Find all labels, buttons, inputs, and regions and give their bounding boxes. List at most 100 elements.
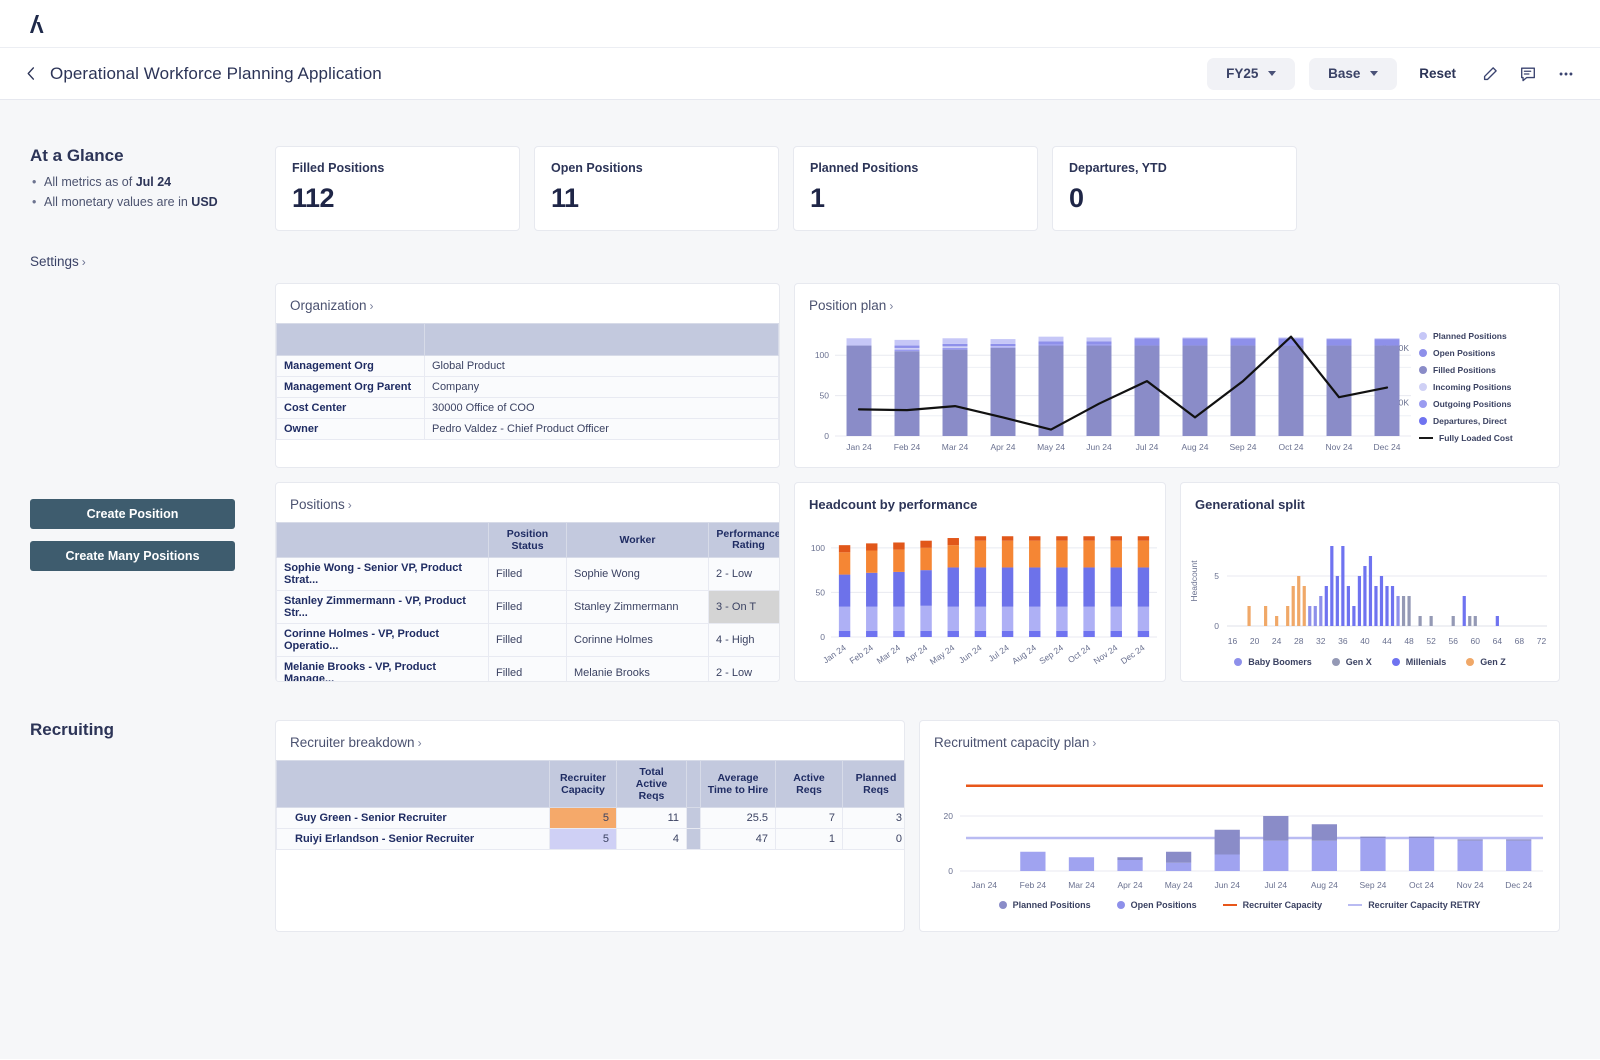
svg-text:Feb 24: Feb 24 — [1020, 880, 1047, 890]
col-header-recruiter[interactable] — [277, 761, 550, 808]
col-header-position-status[interactable]: Position Status — [489, 523, 567, 558]
legend-label: Open Positions — [1131, 900, 1197, 910]
recruiter-capacity: 5 — [550, 829, 617, 850]
edit-pencil-icon[interactable] — [1478, 62, 1502, 86]
position-plan-chart[interactable]: 0501002 700K2 650KJan 24Feb 24Mar 24Apr … — [799, 323, 1419, 458]
svg-text:May 24: May 24 — [928, 642, 957, 666]
recruitment-capacity-plan-chart[interactable]: 020Jan 24Feb 24Mar 24Apr 24May 24Jun 24J… — [920, 760, 1557, 895]
recruitment-capacity-plan-panel: Recruitment capacity plan› 020Jan 24Feb … — [919, 720, 1560, 932]
svg-text:Sep 24: Sep 24 — [1037, 642, 1065, 666]
fiscal-year-selector[interactable]: FY25 — [1207, 58, 1295, 90]
svg-text:Mar 24: Mar 24 — [1068, 880, 1095, 890]
kpi-filled-positions[interactable]: Filled Positions 112 — [275, 146, 520, 231]
legend-swatch — [1332, 658, 1340, 666]
table-row[interactable]: Corinne Holmes - VP, Product Operatio...… — [277, 624, 780, 657]
org-value: Pedro Valdez - Chief Product Officer — [425, 419, 779, 440]
generational-split-title: Generational split — [1181, 483, 1559, 522]
table-row[interactable]: Guy Green - Senior Recruiter 5 11 25.5 7… — [277, 808, 905, 829]
table-row[interactable]: Sophie Wong - Senior VP, Product Strat..… — [277, 558, 780, 591]
settings-link[interactable]: Settings› — [30, 254, 275, 269]
legend-planned-positions[interactable]: Planned Positions — [1419, 331, 1513, 341]
create-position-button[interactable]: Create Position — [30, 499, 235, 529]
generational-split-chart[interactable]: 50Headcount16202428323640444852566064687… — [1181, 522, 1557, 652]
scenario-selector[interactable]: Base — [1309, 58, 1397, 90]
legend-gen-z[interactable]: Gen Z — [1466, 657, 1506, 667]
legend-departures-direct[interactable]: Departures, Direct — [1419, 416, 1513, 426]
headcount-by-performance-chart[interactable]: 050100Jan 24Feb 24Mar 24Apr 24May 24Jun … — [795, 522, 1163, 677]
legend-open-positions[interactable]: Open Positions — [1117, 900, 1197, 910]
table-row[interactable]: Stanley Zimmermann - VP, Product Str... … — [277, 591, 780, 624]
svg-text:Apr 24: Apr 24 — [903, 642, 929, 665]
legend-planned-positions[interactable]: Planned Positions — [999, 900, 1091, 910]
legend-baby-boomers[interactable]: Baby Boomers — [1234, 657, 1312, 667]
create-many-positions-button[interactable]: Create Many Positions — [30, 541, 235, 571]
legend-millenials[interactable]: Millenials — [1392, 657, 1447, 667]
svg-text:Dec 24: Dec 24 — [1505, 880, 1532, 890]
recruiter-capacity: 5 — [550, 808, 617, 829]
legend-incoming-positions[interactable]: Incoming Positions — [1419, 382, 1513, 392]
scenario-value: Base — [1328, 66, 1360, 81]
col-header-active-reqs[interactable]: Active Reqs — [776, 761, 843, 808]
table-row[interactable]: Melanie Brooks - VP, Product Manage... F… — [277, 657, 780, 683]
table-row[interactable]: Ruiyi Erlandson - Senior Recruiter 5 4 4… — [277, 829, 905, 850]
recruitment-capacity-plan-header[interactable]: Recruitment capacity plan› — [920, 721, 1559, 760]
svg-text:24: 24 — [1272, 636, 1282, 646]
position-plan-panel-header[interactable]: Position plan› — [795, 284, 1559, 323]
note-prefix: All monetary values are in — [44, 195, 191, 209]
svg-text:20: 20 — [944, 811, 954, 821]
recruiter-total-active-reqs: 4 — [617, 829, 687, 850]
workday-a-logo[interactable] — [22, 11, 48, 37]
col-header-average-time-to-hire[interactable]: Average Time to Hire — [701, 761, 776, 808]
app-header: Operational Workforce Planning Applicati… — [0, 48, 1600, 100]
legend-label: Baby Boomers — [1248, 657, 1312, 667]
svg-text:28: 28 — [1294, 636, 1304, 646]
position-worker: Melanie Brooks — [567, 657, 709, 683]
back-icon[interactable] — [22, 65, 40, 83]
col-header-position[interactable] — [277, 523, 489, 558]
more-options-icon[interactable] — [1554, 62, 1578, 86]
legend-gen-x[interactable]: Gen X — [1332, 657, 1372, 667]
at-a-glance-notes: All metrics as of Jul 24 All monetary va… — [30, 175, 275, 209]
kpi-departures-ytd[interactable]: Departures, YTD 0 — [1052, 146, 1297, 231]
table-row[interactable]: Management Org Parent Company — [277, 377, 779, 398]
position-worker: Stanley Zimmermann — [567, 591, 709, 624]
svg-text:50: 50 — [820, 391, 830, 401]
settings-label: Settings — [30, 254, 79, 269]
recruiter-spacer — [687, 829, 701, 850]
svg-text:Jun 24: Jun 24 — [1214, 880, 1240, 890]
legend-recruiter-capacity-retry[interactable]: Recruiter Capacity RETRY — [1348, 900, 1480, 910]
table-header-row — [277, 324, 779, 356]
legend-swatch-line — [1419, 437, 1433, 440]
legend-fully-loaded-cost[interactable]: Fully Loaded Cost — [1419, 433, 1513, 443]
recruiter-avg-time-to-hire: 47 — [701, 829, 776, 850]
at-a-glance-title: At a Glance — [30, 146, 275, 166]
col-header-total-active-reqs[interactable]: Total Active Reqs — [617, 761, 687, 808]
legend-outgoing-positions[interactable]: Outgoing Positions — [1419, 399, 1513, 409]
positions-panel-header[interactable]: Positions› — [276, 483, 779, 522]
kpi-planned-positions[interactable]: Planned Positions 1 — [793, 146, 1038, 231]
comment-icon[interactable] — [1516, 62, 1540, 86]
kpi-label: Open Positions — [551, 161, 762, 175]
recruiter-active-reqs: 1 — [776, 829, 843, 850]
table-row[interactable]: Cost Center 30000 Office of COO — [277, 398, 779, 419]
position-rating: 2 - Low — [709, 558, 780, 591]
recruiter-breakdown-header[interactable]: Recruiter breakdown› — [276, 721, 904, 760]
reset-button[interactable]: Reset — [1411, 66, 1464, 81]
chevron-down-icon — [1268, 71, 1276, 76]
legend-recruiter-capacity[interactable]: Recruiter Capacity — [1223, 900, 1323, 910]
org-value: Company — [425, 377, 779, 398]
position-name: Sophie Wong - Senior VP, Product Strat..… — [277, 558, 489, 591]
col-header-performance-rating[interactable]: Performance Rating — [709, 523, 780, 558]
organization-panel-header[interactable]: Organization› — [276, 284, 779, 323]
legend-open-positions[interactable]: Open Positions — [1419, 348, 1513, 358]
col-header-planned-reqs[interactable]: Planned Reqs — [843, 761, 905, 808]
col-header-recruiter-capacity[interactable]: Recruiter Capacity — [550, 761, 617, 808]
legend-label: Gen Z — [1480, 657, 1506, 667]
table-row[interactable]: Management Org Global Product — [277, 356, 779, 377]
kpi-value: 1 — [810, 183, 1021, 214]
col-header-worker[interactable]: Worker — [567, 523, 709, 558]
legend-filled-positions[interactable]: Filled Positions — [1419, 365, 1513, 375]
kpi-open-positions[interactable]: Open Positions 11 — [534, 146, 779, 231]
table-row[interactable]: Owner Pedro Valdez - Chief Product Offic… — [277, 419, 779, 440]
recruiter-total-active-reqs: 11 — [617, 808, 687, 829]
